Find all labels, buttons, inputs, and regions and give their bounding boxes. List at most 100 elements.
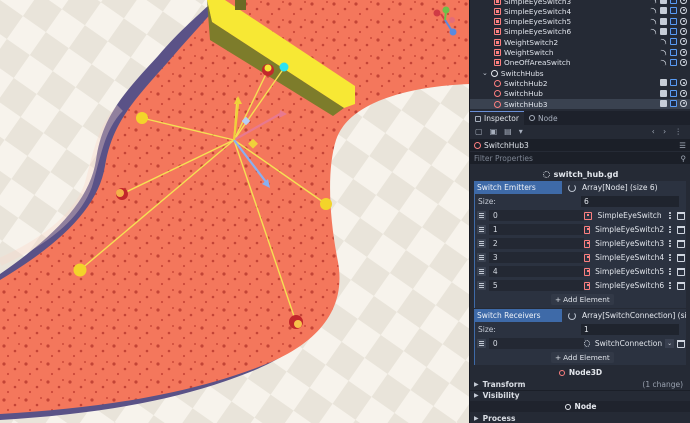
scene-tree-item[interactable]: SwitchHub3 — [470, 99, 690, 109]
filter-options-icon[interactable]: ⚲ — [681, 154, 687, 163]
switch-receivers-type[interactable]: Array[SwitchConnection] (size 1 — [582, 311, 686, 320]
script-icon[interactable] — [670, 48, 677, 56]
load-resource-icon[interactable]: ▣ — [490, 127, 498, 136]
drag-handle-icon[interactable] — [477, 253, 486, 262]
kebab-menu-icon[interactable] — [666, 268, 674, 275]
script-icon[interactable] — [670, 0, 677, 4]
eye-icon[interactable] — [680, 48, 687, 56]
scene-tree-item[interactable]: SimpleEyeSwitch4 — [470, 6, 690, 16]
trash-icon[interactable] — [677, 253, 686, 262]
eye-icon[interactable] — [680, 7, 687, 15]
transform-section[interactable]: ▶ Transform (1 change) — [474, 379, 686, 390]
eye-icon[interactable] — [680, 17, 687, 25]
signal-icon[interactable] — [650, 18, 657, 24]
trash-icon[interactable] — [677, 267, 686, 276]
film-icon[interactable] — [660, 17, 667, 25]
scene-tree-item[interactable]: SwitchHub — [470, 89, 690, 99]
switch-emitters-type[interactable]: Array[Node] (size 6) — [582, 183, 658, 192]
kebab-menu-icon[interactable] — [666, 282, 674, 289]
drag-handle-icon[interactable] — [477, 211, 486, 220]
signal-icon[interactable] — [660, 59, 667, 66]
switch-receivers-property[interactable]: Switch Receivers Array[SwitchConnection]… — [474, 309, 686, 322]
receiver-resource[interactable]: SwitchConnection — [595, 339, 662, 348]
script-icon[interactable] — [670, 38, 677, 46]
eye-icon[interactable] — [680, 0, 687, 4]
eye-icon[interactable] — [680, 89, 687, 97]
emitters-size-input[interactable]: 6 — [581, 196, 679, 207]
scene-tree-item[interactable]: SwitchHub2 — [470, 78, 690, 88]
tab-inspector[interactable]: Inspector — [470, 111, 524, 125]
film-icon[interactable] — [660, 0, 667, 4]
kebab-menu-icon[interactable] — [666, 226, 674, 233]
trash-icon[interactable] — [677, 239, 686, 248]
film-icon[interactable] — [660, 89, 667, 97]
history-buttons[interactable]: ‹ › ⋮ — [652, 127, 685, 136]
eye-icon[interactable] — [680, 100, 687, 107]
emitter-node-path[interactable]: SimpleEyeSwitch4 — [595, 253, 664, 262]
trash-icon[interactable] — [677, 339, 685, 348]
film-icon[interactable] — [660, 7, 667, 15]
script-icon[interactable] — [670, 58, 677, 66]
revert-icon[interactable] — [568, 183, 576, 192]
3d-viewport[interactable] — [0, 0, 469, 423]
script-icon[interactable] — [670, 17, 677, 25]
drag-handle-icon[interactable] — [477, 239, 486, 248]
receivers-add-element-button[interactable]: + Add Element — [551, 352, 614, 363]
emitter-node-path[interactable]: SimpleEyeSwitch6 — [595, 281, 664, 290]
scene-tree-item[interactable]: SimpleEyeSwitch6 — [470, 27, 690, 37]
more-icon[interactable]: ▾ — [519, 127, 523, 136]
eye-icon[interactable] — [680, 27, 687, 35]
emitters-add-element-button[interactable]: + Add Element — [551, 294, 614, 305]
kebab-menu-icon[interactable] — [666, 240, 674, 247]
drag-handle-icon[interactable] — [477, 267, 486, 276]
revert-icon[interactable] — [568, 311, 576, 320]
script-icon[interactable] — [670, 27, 677, 35]
scene-tree-item[interactable]: ⌄ SwitchHubs — [470, 68, 690, 78]
drag-handle-icon[interactable] — [477, 225, 486, 234]
eye-icon[interactable] — [680, 79, 687, 87]
trash-icon[interactable] — [677, 281, 686, 290]
scene-tree-item[interactable]: SimpleEyeSwitch3 — [470, 0, 690, 6]
filter-properties-input[interactable]: Filter Properties ⚲ — [470, 152, 690, 164]
edited-object-bar[interactable]: SwitchHub3 ☰ — [470, 139, 690, 151]
film-icon[interactable] — [660, 100, 667, 107]
scene-tree-item[interactable]: WeightSwitch2 — [470, 37, 690, 47]
process-section[interactable]: ▶ Process — [474, 413, 686, 423]
script-icon[interactable] — [670, 89, 677, 97]
eye-icon[interactable] — [680, 38, 687, 46]
script-icon[interactable] — [670, 100, 677, 107]
emitter-node-path[interactable]: SimpleEyeSwitch2 — [595, 225, 664, 234]
object-menu-icon[interactable]: ☰ — [679, 141, 686, 150]
switch-emitters-property[interactable]: Switch Emitters Array[Node] (size 6) — [474, 181, 686, 194]
kebab-menu-icon[interactable] — [666, 254, 674, 261]
signal-icon[interactable] — [650, 7, 657, 14]
chevron-right-icon: ▶ — [474, 392, 479, 399]
resource-dropdown-icon[interactable]: ⌄ — [665, 339, 675, 348]
script-icon[interactable] — [670, 7, 677, 15]
eye-icon[interactable] — [680, 58, 687, 66]
emitter-node-path[interactable]: SimpleEyeSwitch3 — [595, 239, 664, 248]
signal-icon[interactable] — [660, 49, 667, 55]
emitter-node-path[interactable]: SimpleEyeSwitch — [597, 211, 661, 220]
trash-icon[interactable] — [677, 225, 686, 234]
signal-icon[interactable] — [650, 28, 657, 35]
tab-node[interactable]: Node — [524, 111, 563, 125]
visibility-section[interactable]: ▶ Visibility — [474, 390, 686, 401]
signal-icon[interactable] — [651, 0, 657, 4]
emitter-node-path[interactable]: SimpleEyeSwitch5 — [595, 267, 664, 276]
new-resource-icon[interactable]: ▢ — [475, 127, 483, 136]
film-icon[interactable] — [660, 79, 667, 87]
trash-icon[interactable] — [677, 211, 685, 220]
drag-handle-icon[interactable] — [477, 281, 486, 290]
drag-handle-icon[interactable] — [477, 339, 486, 348]
kebab-menu-icon[interactable] — [666, 212, 674, 219]
scene-tree-item[interactable]: WeightSwitch — [470, 48, 690, 58]
script-icon[interactable] — [670, 79, 677, 87]
film-icon[interactable] — [660, 27, 667, 35]
scene-tree-item[interactable]: SimpleEyeSwitch5 — [470, 17, 690, 27]
signal-icon[interactable] — [660, 38, 667, 45]
save-resource-icon[interactable]: ▤ — [504, 127, 512, 136]
receivers-size-input[interactable]: 1 — [581, 324, 679, 335]
chevron-down-icon[interactable]: ⌄ — [482, 69, 488, 77]
scene-tree-item[interactable]: OneOffAreaSwitch — [470, 58, 690, 68]
